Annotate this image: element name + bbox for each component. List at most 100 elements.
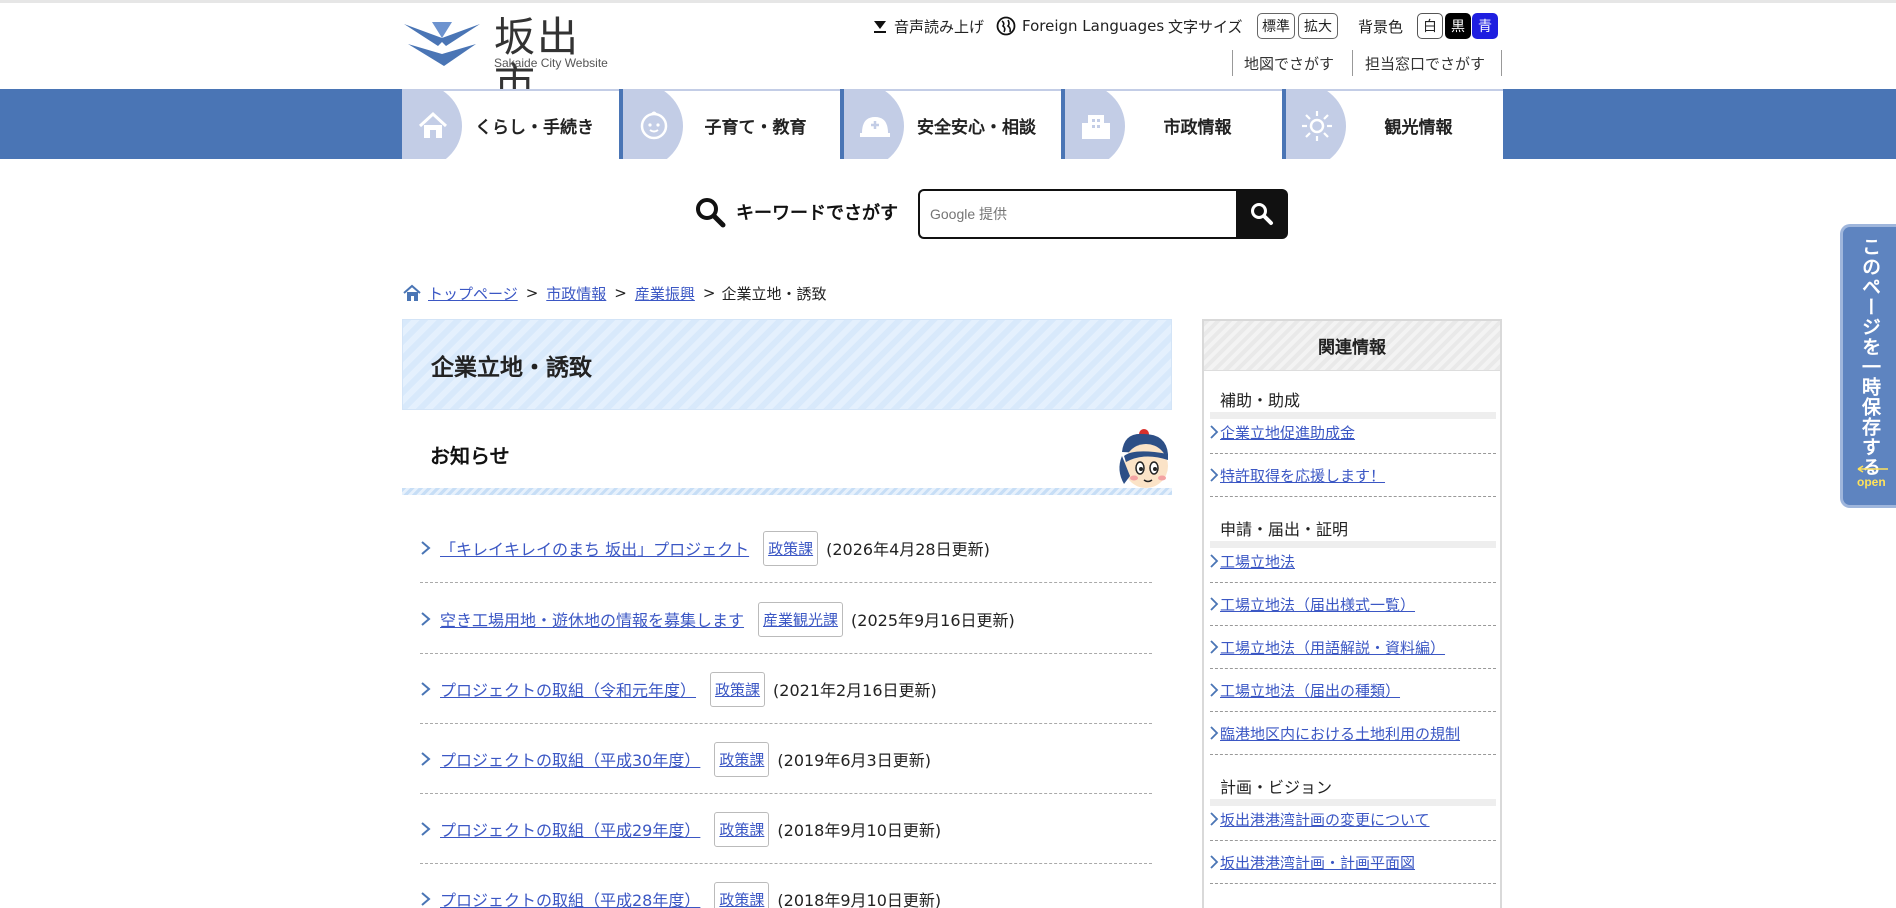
dept-badge: 政策課 <box>714 811 770 847</box>
breadcrumb-separator: > <box>525 284 539 302</box>
search-field[interactable] <box>918 189 1236 239</box>
sidebar-link[interactable]: 臨港地区内における土地利用の規制 <box>1220 723 1460 744</box>
news-link[interactable]: プロジェクトの取組（平成28年度） <box>440 887 700 908</box>
chevron-right-icon <box>420 864 432 908</box>
sidebar-link-item: 臨港地区内における土地利用の規制 <box>1210 712 1496 755</box>
sidebar-link[interactable]: 坂出港港湾計画・計画平面図 <box>1220 852 1415 873</box>
logo-bird-icon <box>404 22 480 66</box>
sidebar-link-item: 工場立地法（届出様式一覧） <box>1210 583 1496 626</box>
sidebar-link[interactable]: 工場立地法（届出様式一覧） <box>1220 594 1415 615</box>
list-item: プロジェクトの取組（平成28年度） 政策課 (2018年9月10日更新) <box>420 864 1152 908</box>
news-date: (2025年9月16日更新) <box>851 611 1015 630</box>
sidebar-link[interactable]: 坂出港港湾計画の変更について <box>1220 809 1430 830</box>
sidebar-heading: 関連情報 <box>1204 321 1500 371</box>
sidebar-link-item: 工場立地法（届出の種類） <box>1210 669 1496 712</box>
keyword-search-text: キーワードでさがす <box>736 203 898 224</box>
dept-link[interactable]: 政策課 <box>715 681 760 699</box>
divider <box>1501 50 1502 76</box>
chevron-right-icon <box>420 584 432 654</box>
open-label: open <box>1857 475 1886 489</box>
chevron-right-icon <box>420 794 432 864</box>
divider <box>1352 50 1353 76</box>
news-date: (2018年9月10日更新) <box>777 821 942 840</box>
chevron-right-icon <box>1210 683 1219 697</box>
background-color-label: 背景色 <box>1358 17 1404 36</box>
home-icon <box>402 283 422 303</box>
sidebar-link[interactable]: 工場立地法 <box>1220 551 1295 572</box>
search-input[interactable] <box>920 191 1236 237</box>
foreign-languages-link[interactable]: Foreign Languages <box>996 14 1164 38</box>
nav-anzen[interactable]: 安全安心・相談 <box>844 89 1061 159</box>
dept-badge: 政策課 <box>710 671 766 707</box>
globe-icon <box>996 16 1016 36</box>
dept-link[interactable]: 政策課 <box>768 540 813 558</box>
chevron-right-icon <box>1210 812 1219 826</box>
map-search-link[interactable]: 地図でさがす <box>1244 50 1334 76</box>
sidebar-category-label: 補助・助成 <box>1220 391 1301 410</box>
mascot-character-icon <box>1119 429 1168 488</box>
news-link[interactable]: プロジェクトの取組（平成30年度） <box>440 747 700 771</box>
breadcrumb-home-link[interactable]: トップページ <box>428 283 518 304</box>
breadcrumb-current: 企業立地・誘致 <box>721 284 827 303</box>
search-icon <box>1251 203 1273 225</box>
font-large-button[interactable]: 拡大 <box>1298 13 1338 39</box>
page-title-box: 企業立地・誘致 <box>402 319 1172 410</box>
sidebar-link[interactable]: 特許取得を応援します！ <box>1220 465 1385 486</box>
font-standard-button[interactable]: 標準 <box>1257 13 1295 39</box>
chevron-right-icon <box>1210 468 1219 482</box>
nav-kanko[interactable]: 観光情報 <box>1286 89 1503 159</box>
site-logo[interactable]: 坂出市 Sakaide City Website <box>402 14 622 106</box>
dept-link[interactable]: 産業観光課 <box>763 611 838 629</box>
chevron-right-icon <box>1210 554 1219 568</box>
font-size-label: 文字サイズ <box>1168 17 1243 36</box>
sidebar-category: 計画・ビジョン <box>1210 774 1496 806</box>
nav-kosodate[interactable]: 子育て・教育 <box>623 89 840 159</box>
dept-link[interactable]: 政策課 <box>719 891 764 908</box>
sidebar-link[interactable]: 工場立地法（届出の種類） <box>1220 680 1400 701</box>
news-heading-box: お知らせ <box>402 430 1172 495</box>
top-border <box>0 0 1896 3</box>
house-icon <box>418 111 448 138</box>
foreign-languages-label: Foreign Languages <box>1022 17 1165 35</box>
nav-kurashi[interactable]: くらし・手続き <box>402 89 619 159</box>
list-item: プロジェクトの取組（平成30年度） 政策課 (2019年6月3日更新) <box>420 724 1152 794</box>
list-item: プロジェクトの取組（平成29年度） 政策課 (2018年9月10日更新) <box>420 794 1152 864</box>
chevron-right-icon <box>420 724 432 794</box>
chevron-right-icon <box>420 513 432 583</box>
dept-badge: 産業観光課 <box>758 601 844 637</box>
dept-badge: 政策課 <box>714 881 770 908</box>
voice-reader-label: 音声読み上げ <box>894 17 985 36</box>
chevron-right-icon <box>1210 597 1219 611</box>
dept-link[interactable]: 政策課 <box>719 821 764 839</box>
bg-blue-button[interactable]: 青 <box>1472 13 1498 39</box>
dept-link[interactable]: 政策課 <box>719 751 764 769</box>
chevron-right-icon <box>1210 855 1219 869</box>
nav-shisei[interactable]: 市政情報 <box>1065 89 1282 159</box>
news-link[interactable]: 「キレイキレイのまち 坂出」プロジェクト <box>440 536 749 560</box>
voice-reader-link[interactable]: 音声読み上げ <box>872 14 984 38</box>
news-link[interactable]: プロジェクトの取組（令和元年度） <box>440 677 696 701</box>
search-button[interactable] <box>1236 189 1288 239</box>
sidebar-link[interactable]: 工場立地法（用語解説・資料編） <box>1220 637 1445 658</box>
bg-white-button[interactable]: 白 <box>1417 13 1443 39</box>
sidebar-category: 申請・届出・証明 <box>1210 516 1496 548</box>
sidebar-link[interactable]: 企業立地促進助成金 <box>1220 422 1355 443</box>
chevron-right-icon <box>1210 726 1219 740</box>
breadcrumb-sangyo-link[interactable]: 産業振興 <box>635 283 695 304</box>
news-link[interactable]: プロジェクトの取組（平成29年度） <box>440 817 700 841</box>
breadcrumb: トップページ > 市政情報 > 産業振興 > 企業立地・誘致 <box>402 282 826 304</box>
sidebar-link-item: 坂出港港湾計画・計画平面図 <box>1210 841 1496 884</box>
nav-label: 安全安心・相談 <box>917 117 1036 138</box>
related-info-sidebar: 関連情報 補助・助成 企業立地促進助成金 特許取得を応援します！ 申請・届出・証… <box>1202 319 1502 908</box>
chevron-right-icon <box>1210 425 1219 439</box>
list-item: プロジェクトの取組（令和元年度） 政策課 (2021年2月16日更新) <box>420 654 1152 724</box>
nav-label: 子育て・教育 <box>704 117 807 138</box>
save-page-tab[interactable]: このページを一時保存する open <box>1840 224 1896 508</box>
breadcrumb-shisei-link[interactable]: 市政情報 <box>546 283 606 304</box>
bg-black-button[interactable]: 黒 <box>1445 13 1471 39</box>
sun-icon <box>1302 111 1332 141</box>
sidebar-link-item: 坂出港港湾計画の変更について <box>1210 798 1496 841</box>
news-link[interactable]: 空き工場用地・遊休地の情報を募集します <box>440 607 744 631</box>
desk-search-link[interactable]: 担当窓口でさがす <box>1365 50 1485 76</box>
page-title: 企業立地・誘致 <box>431 354 592 381</box>
